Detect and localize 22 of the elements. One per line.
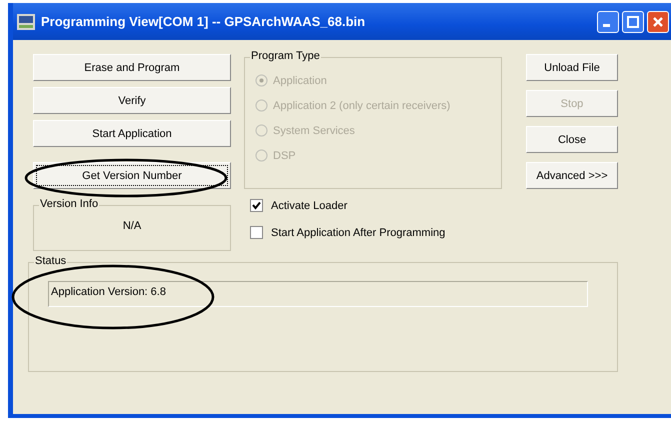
checkbox-option[interactable]: Start Application After Programming [250, 226, 502, 239]
group-label: Program Type [250, 50, 321, 62]
close-icon [652, 16, 664, 28]
action-button[interactable]: Erase and Program [33, 54, 231, 81]
maximize-button[interactable] [622, 10, 644, 32]
action-button[interactable]: Verify [33, 87, 231, 114]
action-button[interactable]: Close [526, 126, 618, 153]
maximize-icon [627, 16, 639, 28]
group-label: Version Info [39, 198, 100, 210]
action-button[interactable]: Get Version Number [33, 162, 231, 189]
version-value: N/A [122, 220, 142, 232]
status-field: Application Version: 6.8 [48, 281, 588, 307]
close-button[interactable] [647, 10, 669, 32]
group-label: Status [34, 255, 68, 267]
action-button[interactable]: Start Application [33, 120, 231, 147]
action-button[interactable]: Advanced >>> [526, 162, 618, 189]
window-title: Programming View[COM 1] -- GPSArchWAAS_68.bin [41, 14, 366, 29]
minimize-icon [603, 24, 610, 26]
minimize-button[interactable] [597, 10, 619, 32]
checkbox-option[interactable]: Activate Loader [250, 199, 502, 212]
app-icon [17, 14, 35, 30]
action-button[interactable]: Unload File [526, 54, 618, 81]
